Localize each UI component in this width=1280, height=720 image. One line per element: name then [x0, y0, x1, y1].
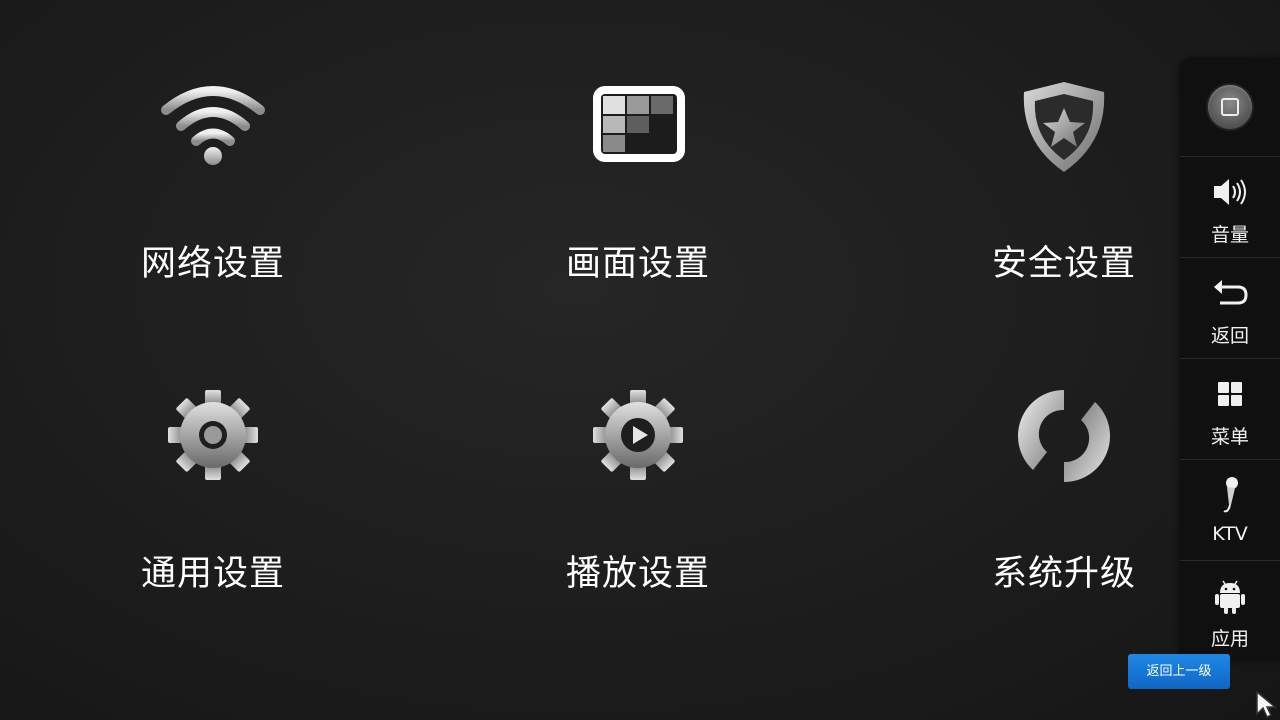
mouse-cursor-icon: [1255, 690, 1278, 719]
sidebar-item-label: KTV: [1212, 523, 1248, 545]
tile-label: 播放设置: [565, 554, 710, 594]
picture-icon: [583, 80, 693, 190]
tile-label: 网络设置: [140, 244, 285, 284]
back-to-parent-button[interactable]: 返回上一级: [1128, 654, 1230, 689]
sidebar-item-label: 应用: [1210, 628, 1249, 650]
microphone-icon: [1210, 475, 1250, 515]
refresh-icon: [1009, 390, 1119, 500]
gear-play-icon: [583, 390, 693, 500]
tile-network-settings[interactable]: 网络设置: [63, 80, 363, 320]
sidebar-item-label: 返回: [1210, 325, 1249, 347]
side-navigation: 音量 返回 菜单 KTV 应用: [1180, 57, 1280, 661]
menu-grid-icon: [1210, 374, 1250, 414]
tile-general-settings[interactable]: 通用设置: [63, 390, 363, 630]
tile-playback-settings[interactable]: 播放设置: [488, 390, 788, 630]
tile-label: 系统升级: [991, 554, 1136, 594]
tile-security-settings[interactable]: 安全设置: [914, 80, 1214, 320]
sidebar-item-label: 音量: [1210, 224, 1249, 246]
tile-label: 画面设置: [565, 244, 710, 284]
sidebar-item-menu[interactable]: 菜单: [1180, 360, 1280, 460]
volume-icon: [1210, 172, 1250, 212]
home-icon: [1208, 84, 1252, 129]
tile-label: 安全设置: [991, 244, 1136, 284]
shield-star-icon: [1009, 80, 1119, 190]
settings-grid: 网络设置 画面设置 安全设置 通用设置 播放设置 系统升级: [0, 0, 1180, 720]
sidebar-item-label: 菜单: [1210, 426, 1249, 448]
back-arrow-icon: [1210, 273, 1250, 313]
sidebar-item-apps[interactable]: 应用: [1180, 562, 1280, 661]
sidebar-item-volume[interactable]: 音量: [1180, 158, 1280, 258]
gear-icon: [158, 390, 268, 500]
sidebar-item-ktv[interactable]: KTV: [1180, 461, 1280, 561]
tile-system-upgrade[interactable]: 系统升级: [914, 390, 1214, 630]
sidebar-item-back[interactable]: 返回: [1180, 259, 1280, 359]
tile-picture-settings[interactable]: 画面设置: [488, 80, 788, 320]
tile-label: 通用设置: [140, 554, 285, 594]
android-icon: [1210, 576, 1250, 616]
wifi-icon: [158, 80, 268, 190]
sidebar-item-home[interactable]: [1180, 57, 1280, 157]
